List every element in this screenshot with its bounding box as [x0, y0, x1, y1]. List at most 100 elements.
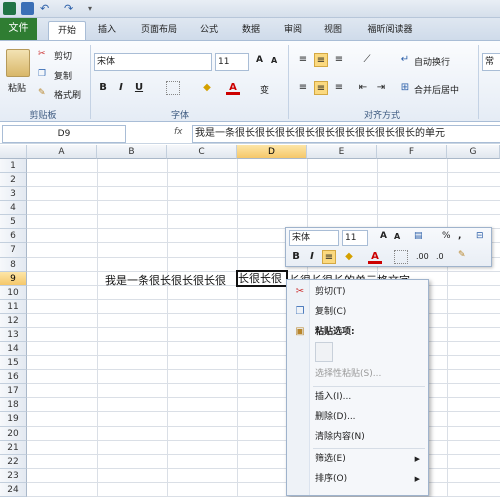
tab-foxit-reader[interactable]: 福昕阅读器 [360, 21, 420, 40]
tab-formulas[interactable]: 公式 [194, 21, 224, 40]
row-header[interactable]: 24 [0, 482, 27, 497]
align-middle-icon[interactable]: ≡ [314, 53, 328, 67]
font-color-icon[interactable]: A [226, 81, 240, 95]
wrap-text-button[interactable]: 自动换行 [414, 55, 450, 68]
row-header[interactable]: 10 [0, 285, 27, 300]
column-header[interactable]: F [377, 145, 447, 159]
wrap-text-icon[interactable]: ↵ [398, 53, 412, 67]
tab-page-layout[interactable]: 页面布局 [133, 21, 185, 40]
column-header[interactable]: C [167, 145, 237, 159]
copy-button[interactable]: 复制 [54, 69, 72, 82]
menu-copy[interactable]: ❐ 复制(C) [287, 302, 428, 322]
row-header[interactable]: 14 [0, 342, 27, 357]
merge-center-button[interactable]: 合并后居中 [414, 83, 459, 96]
align-left-icon[interactable]: ≡ [296, 81, 310, 95]
tab-view[interactable]: 视图 [318, 21, 348, 40]
row-header[interactable]: 19 [0, 412, 27, 427]
tab-home[interactable]: 开始 [48, 21, 86, 40]
menu-cut[interactable]: ✂ 剪切(T) [287, 282, 428, 302]
format-painter-button[interactable]: 格式刷 [54, 88, 81, 101]
row-header-selected[interactable]: 9 [0, 271, 27, 286]
align-bottom-icon[interactable]: ≡ [332, 53, 346, 67]
cut-button[interactable]: 剪切 [54, 49, 72, 62]
insert-function-icon[interactable]: fx [174, 127, 183, 137]
row-header[interactable]: 20 [0, 426, 27, 441]
save-icon[interactable] [21, 2, 34, 15]
align-right-icon[interactable]: ≡ [332, 81, 346, 95]
row-header[interactable]: 8 [0, 257, 27, 272]
paste-option-icon[interactable] [315, 342, 333, 362]
formula-input[interactable]: 我是一条很长很长很长很长很长很长很长很长很长的单元 [192, 125, 500, 143]
mini-border-icon[interactable] [394, 250, 408, 264]
mini-bold-button[interactable]: B [289, 250, 303, 264]
menu-delete[interactable]: 删除(D)... [287, 407, 428, 427]
menu-insert[interactable]: 插入(I)... [287, 387, 428, 407]
shrink-font-icon[interactable]: A [271, 56, 277, 65]
customize-toolbar-icon[interactable]: ▾ [88, 2, 101, 15]
column-header[interactable]: A [27, 145, 97, 159]
mini-format-icon[interactable]: ⊟ [476, 231, 484, 241]
row-header[interactable]: 7 [0, 243, 27, 258]
mini-decrease-decimal-icon[interactable]: .0 [436, 252, 444, 261]
orientation-icon[interactable]: ⟋ [360, 53, 374, 67]
row-header[interactable]: 2 [0, 173, 27, 188]
menu-sort[interactable]: 排序(O) ▶ [287, 469, 428, 489]
column-header[interactable]: E [307, 145, 377, 159]
paste-icon[interactable] [6, 49, 30, 77]
row-header[interactable]: 23 [0, 468, 27, 483]
underline-button[interactable]: U [132, 81, 146, 95]
bold-button[interactable]: B [96, 81, 110, 95]
italic-button[interactable]: I [114, 81, 128, 95]
format-painter-icon[interactable]: ✎ [38, 88, 46, 98]
row-header[interactable]: 17 [0, 384, 27, 399]
column-header[interactable]: G [447, 145, 500, 159]
mini-comma-button[interactable]: , [458, 231, 461, 241]
mini-increase-decimal-icon[interactable]: .00 [416, 252, 429, 261]
mini-currency-icon[interactable]: ▤ [414, 231, 423, 241]
row-header[interactable]: 13 [0, 327, 27, 343]
tab-insert[interactable]: 插入 [92, 21, 122, 40]
row-header[interactable]: 18 [0, 398, 27, 413]
menu-clear-contents[interactable]: 清除内容(N) [287, 427, 428, 447]
font-name-select[interactable]: 宋体 [94, 53, 212, 71]
increase-indent-icon[interactable]: ⇥ [374, 81, 388, 95]
mini-shrink-font-icon[interactable]: A [394, 232, 400, 241]
select-all-corner[interactable] [0, 145, 27, 159]
border-icon[interactable] [166, 81, 180, 95]
mini-center-icon[interactable]: ≡ [322, 250, 336, 264]
row-header[interactable]: 3 [0, 187, 27, 202]
phonetic-icon[interactable]: 变 [260, 83, 269, 96]
tab-review[interactable]: 审阅 [278, 21, 308, 40]
redo-icon[interactable]: ↷ [64, 2, 77, 15]
font-size-select[interactable]: 11 [215, 53, 249, 71]
mini-percent-button[interactable]: % [442, 231, 451, 241]
mini-format-painter-icon[interactable]: ✎ [458, 250, 466, 260]
row-header[interactable]: 22 [0, 454, 27, 469]
tab-file[interactable]: 文件 [0, 18, 37, 40]
column-header[interactable]: B [97, 145, 167, 159]
row-header[interactable]: 4 [0, 201, 27, 216]
undo-icon[interactable]: ↶ [40, 2, 53, 15]
row-header[interactable]: 12 [0, 313, 27, 328]
decrease-indent-icon[interactable]: ⇤ [356, 81, 370, 95]
menu-filter[interactable]: 筛选(E) ▶ [287, 449, 428, 469]
column-header-selected[interactable]: D [237, 145, 307, 159]
row-header[interactable]: 6 [0, 229, 27, 244]
mini-fill-color-icon[interactable]: ◆ [342, 250, 356, 264]
paste-button[interactable]: 粘贴 [8, 81, 26, 94]
row-header[interactable]: 1 [0, 159, 27, 174]
grow-font-icon[interactable]: A [256, 55, 263, 65]
active-cell-D9[interactable]: 长很长很 [236, 270, 288, 287]
row-header[interactable]: 11 [0, 299, 27, 314]
tab-data[interactable]: 数据 [236, 21, 266, 40]
mini-font-color-icon[interactable]: A [368, 250, 382, 264]
row-header[interactable]: 21 [0, 440, 27, 455]
merge-center-icon[interactable]: ⊞ [398, 81, 412, 95]
fill-color-icon[interactable]: ◆ [200, 81, 214, 95]
number-format-select[interactable]: 常 [482, 53, 500, 71]
mini-italic-button[interactable]: I [305, 250, 319, 264]
align-top-icon[interactable]: ≡ [296, 53, 310, 67]
align-center-icon[interactable]: ≡ [314, 81, 328, 95]
menu-paste-special[interactable]: 选择性粘贴(S)... [287, 364, 428, 384]
row-header[interactable]: 16 [0, 370, 27, 385]
